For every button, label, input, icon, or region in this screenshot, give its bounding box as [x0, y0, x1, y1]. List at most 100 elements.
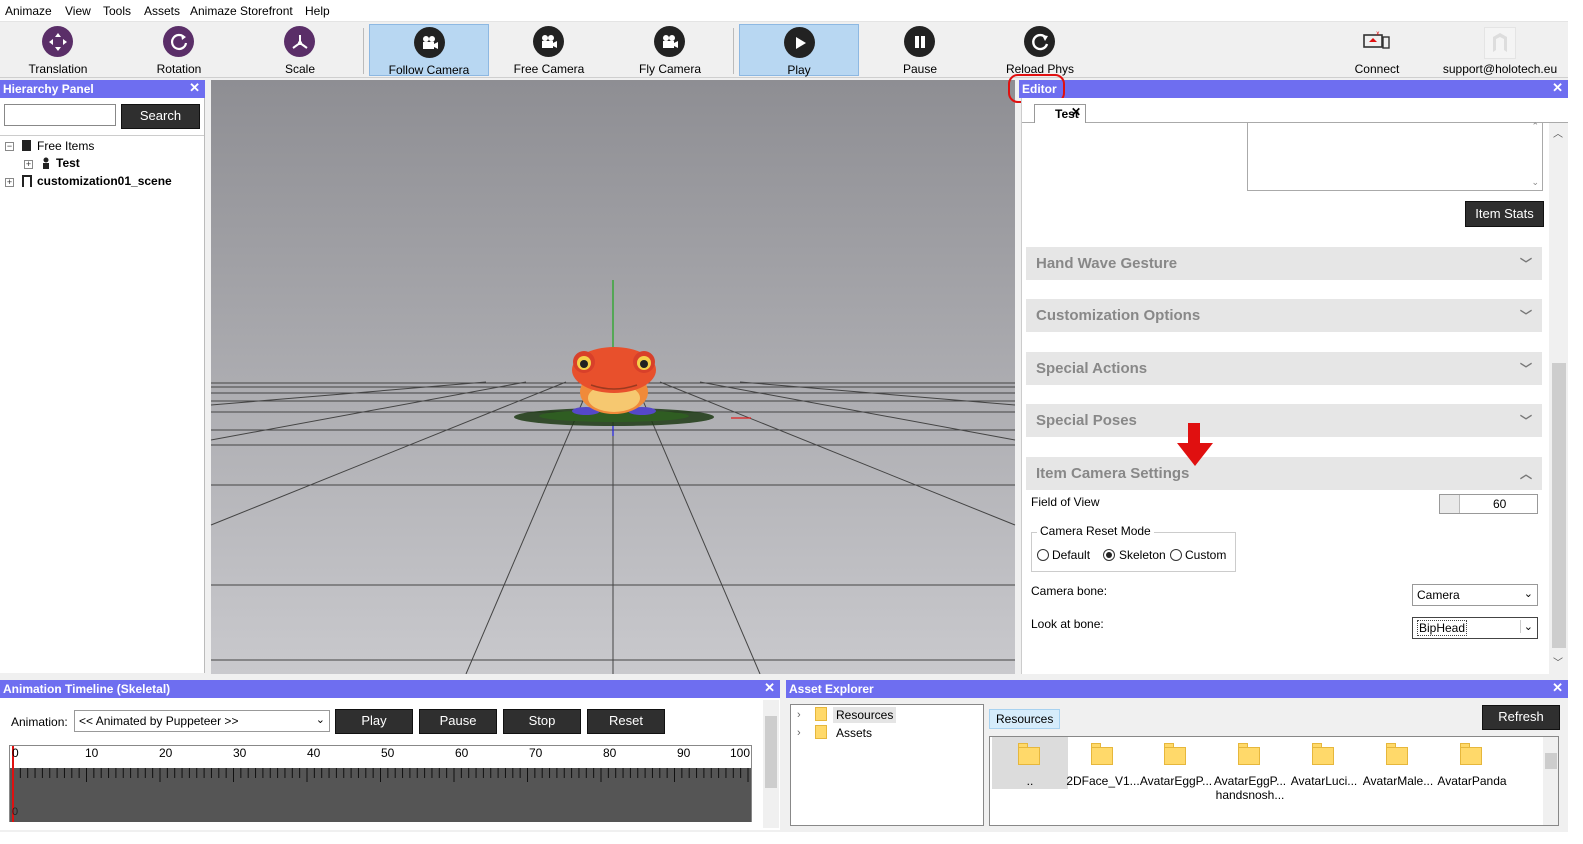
- tree-item-scene[interactable]: customization01_scene: [37, 174, 172, 188]
- asset-item[interactable]: AvatarLuci...: [1286, 737, 1362, 789]
- section-special-actions[interactable]: Special Actions ﹀: [1026, 352, 1542, 385]
- expand-toggle-icon[interactable]: +: [24, 160, 33, 169]
- chevron-down-icon: ⌄: [315, 714, 325, 726]
- hierarchy-search-input[interactable]: [4, 104, 116, 126]
- search-button[interactable]: Search: [121, 104, 200, 129]
- fov-spinbox[interactable]: 60: [1439, 494, 1538, 514]
- look-bone-label: Look at bone:: [1031, 617, 1104, 631]
- breadcrumb-resources[interactable]: Resources: [989, 709, 1061, 729]
- radio-skeleton[interactable]: [1103, 549, 1115, 561]
- tick-label: 60: [455, 746, 469, 760]
- rotate-icon: [163, 26, 194, 57]
- playhead-value: 0: [12, 806, 19, 818]
- connect-button[interactable]: x Connect: [1317, 24, 1437, 76]
- tree-assets[interactable]: Assets: [836, 726, 872, 740]
- timeline-pause-button[interactable]: Pause: [419, 709, 497, 734]
- translation-button[interactable]: Translation: [0, 24, 118, 76]
- person-icon: [42, 157, 50, 169]
- play-button[interactable]: Play: [739, 24, 859, 77]
- asset-item[interactable]: AvatarEggP... handsnosh...: [1212, 737, 1288, 805]
- animation-select[interactable]: << Animated by Puppeteer >> ⌄: [74, 710, 330, 732]
- section-hand-wave-gesture[interactable]: Hand Wave Gesture ﹀: [1026, 247, 1542, 280]
- hierarchy-panel: Search − Free Items + Test + customizati…: [0, 98, 205, 673]
- asset-item[interactable]: AvatarPanda: [1434, 737, 1510, 789]
- tree-item-free-items[interactable]: Free Items: [37, 139, 94, 153]
- radio-custom[interactable]: [1170, 549, 1182, 561]
- reload-phys-button[interactable]: Reload Phys: [980, 24, 1100, 76]
- scroll-up-icon[interactable]: ⌃: [1531, 121, 1539, 132]
- asset-item[interactable]: 2DFace_V1...: [1065, 737, 1141, 789]
- camera-bone-select[interactable]: Camera ⌄: [1412, 584, 1538, 606]
- asset-item[interactable]: AvatarMale...: [1360, 737, 1436, 789]
- menu-tools[interactable]: Tools: [103, 4, 131, 18]
- close-icon[interactable]: ✕: [189, 81, 200, 95]
- asset-scrollbar[interactable]: [1543, 737, 1558, 825]
- expand-arrow-icon[interactable]: ›: [797, 709, 801, 721]
- radio-default[interactable]: [1037, 549, 1049, 561]
- asset-item-label: 2DFace_V1...: [1066, 774, 1140, 788]
- scroll-up-icon[interactable]: ︿: [1553, 125, 1563, 140]
- scrollbar-thumb[interactable]: [1552, 363, 1566, 648]
- timeline-stop-button[interactable]: Stop: [503, 709, 581, 734]
- asset-item-label: AvatarEggP...: [1139, 774, 1213, 788]
- section-special-poses[interactable]: Special Poses ﹀: [1026, 404, 1542, 437]
- chevron-up-icon: ︿: [1519, 467, 1532, 481]
- asset-explorer-title: Asset Explorer: [789, 682, 874, 696]
- rotation-label: Rotation: [156, 62, 202, 76]
- menu-bar: Animaze View Tools Assets Animaze Storef…: [0, 0, 1568, 22]
- follow-camera-button[interactable]: Follow Camera: [369, 24, 489, 77]
- look-bone-select[interactable]: BipHead ⌄: [1412, 617, 1538, 639]
- description-textarea[interactable]: ⌃ ⌄: [1247, 121, 1543, 191]
- follow-camera-label: Follow Camera: [388, 63, 470, 77]
- menu-assets[interactable]: Assets: [144, 4, 180, 18]
- scroll-down-icon[interactable]: ⌄: [1531, 177, 1539, 188]
- editor-scrollbar[interactable]: ︿ ﹀: [1549, 123, 1569, 674]
- free-camera-button[interactable]: Free Camera: [489, 24, 609, 76]
- menu-view[interactable]: View: [65, 4, 91, 18]
- scale-button[interactable]: Scale: [240, 24, 360, 76]
- timeline-play-button[interactable]: Play: [335, 709, 413, 734]
- menu-storefront[interactable]: Animaze Storefront: [190, 4, 293, 18]
- tree-resources[interactable]: Resources: [833, 707, 897, 723]
- close-tab-icon[interactable]: ✕: [1071, 105, 1081, 119]
- section-item-camera-settings[interactable]: Item Camera Settings ︿: [1026, 457, 1542, 490]
- scroll-down-icon[interactable]: ﹀: [1553, 654, 1563, 669]
- expand-toggle-icon[interactable]: +: [5, 178, 14, 187]
- refresh-button[interactable]: Refresh: [1482, 705, 1560, 730]
- folder-icon: [1460, 741, 1482, 765]
- timeline-track[interactable]: 0 10 20 30 40 50 60 70 80 90 100 0: [9, 745, 752, 822]
- close-icon[interactable]: ✕: [764, 681, 775, 695]
- timeline-reset-button[interactable]: Reset: [587, 709, 665, 734]
- radio-skeleton-label: Skeleton: [1119, 548, 1166, 562]
- tree-item-test[interactable]: Test: [56, 156, 80, 170]
- close-icon[interactable]: ✕: [1552, 681, 1563, 695]
- fly-camera-button[interactable]: Fly Camera: [610, 24, 730, 76]
- account-button[interactable]: support@holotech.eu: [1440, 24, 1560, 76]
- scrollbar-thumb[interactable]: [1545, 753, 1557, 769]
- timeline-scrollbar[interactable]: [763, 700, 779, 828]
- hierarchy-title: Hierarchy Panel: [3, 82, 94, 96]
- folder-icon: [815, 725, 827, 739]
- menu-help[interactable]: Help: [305, 4, 330, 18]
- expand-arrow-icon[interactable]: ›: [797, 727, 801, 739]
- pause-icon: [904, 26, 935, 57]
- pause-button[interactable]: Pause: [860, 24, 980, 76]
- close-icon[interactable]: ✕: [1552, 81, 1563, 95]
- menu-animaze[interactable]: Animaze: [5, 4, 52, 18]
- section-customization-options[interactable]: Customization Options ﹀: [1026, 299, 1542, 332]
- folder-icon: [1091, 741, 1113, 765]
- viewport-frame: [206, 80, 1020, 675]
- camera-icon: [414, 27, 445, 58]
- tick-label: 90: [677, 746, 691, 760]
- rotation-button[interactable]: Rotation: [119, 24, 239, 76]
- collapse-toggle-icon[interactable]: −: [5, 142, 14, 151]
- asset-tree: › Resources › Assets: [790, 704, 984, 826]
- asset-item[interactable]: AvatarEggP...: [1138, 737, 1214, 789]
- viewport-canvas[interactable]: [206, 80, 1020, 675]
- look-bone-value: BipHead: [1417, 620, 1468, 636]
- asset-item[interactable]: ..: [992, 737, 1068, 789]
- scale-icon: [284, 26, 315, 57]
- fov-slider-handle[interactable]: [1440, 495, 1460, 513]
- scrollbar-thumb[interactable]: [765, 716, 777, 788]
- item-stats-button[interactable]: Item Stats: [1465, 201, 1544, 227]
